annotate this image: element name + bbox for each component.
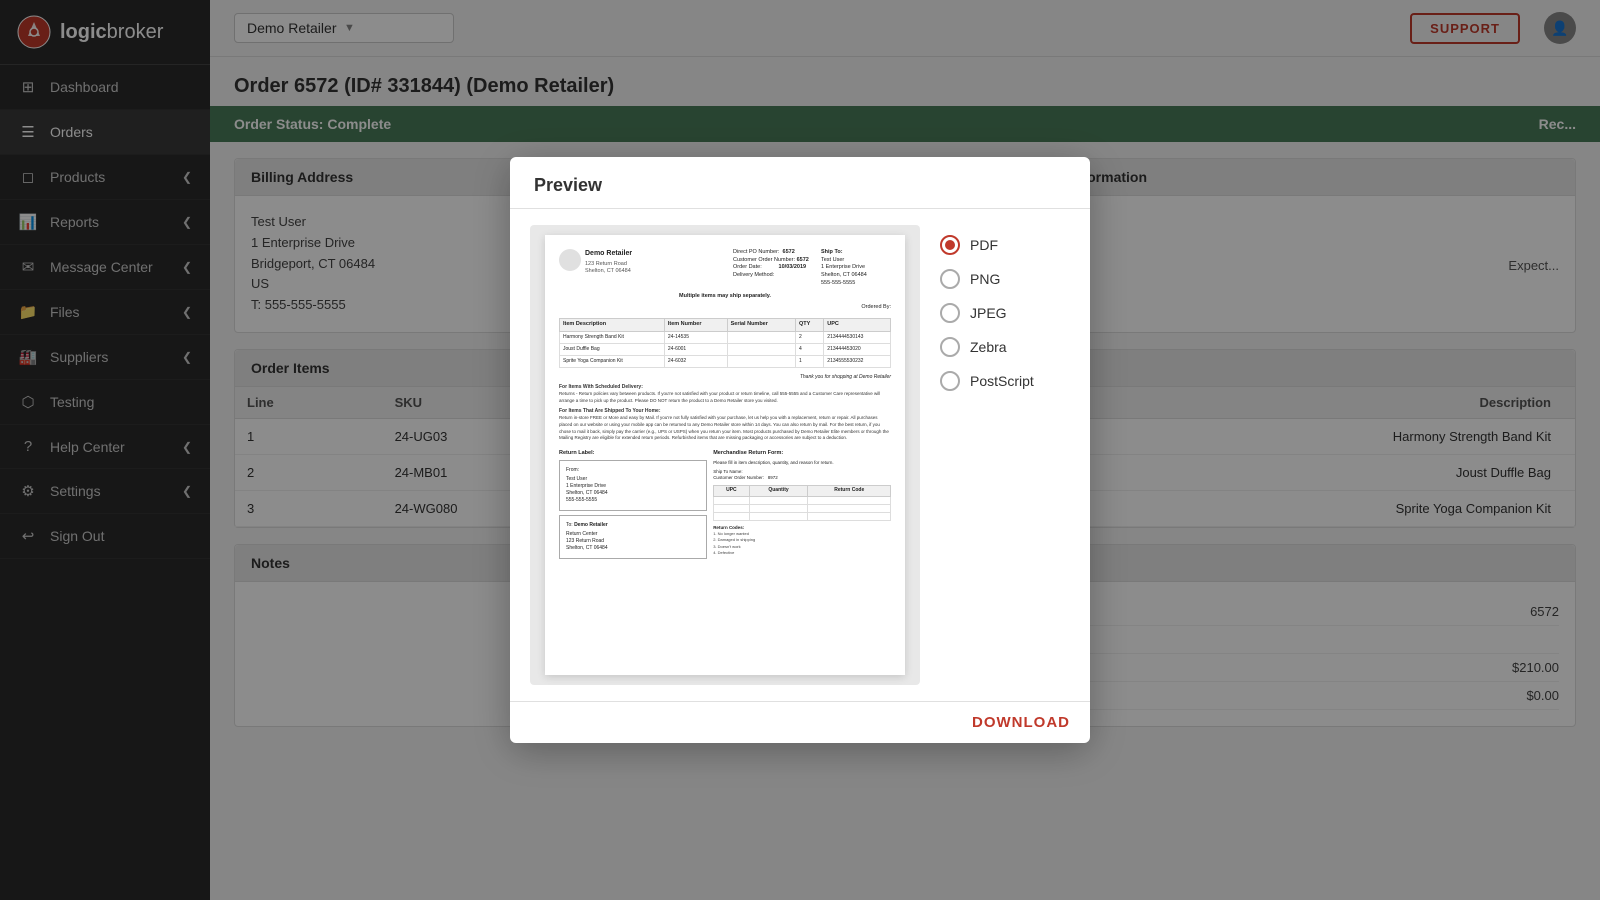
doc-item1-upc: 2134444530143 — [824, 331, 891, 343]
return-row — [714, 504, 891, 512]
doc-from-label: From: — [566, 467, 700, 474]
doc-return-form-box: Merchandise Return Form: Please fill in … — [713, 450, 891, 563]
doc-logo-area — [559, 249, 581, 274]
doc-col-serial: Serial Number — [727, 318, 795, 331]
preview-document: Demo Retailer 123 Return RoadShelton, CT… — [545, 235, 905, 675]
doc-multiple-items-note: Multiple items may ship separately. — [559, 293, 891, 301]
doc-item3-qty: 1 — [796, 355, 824, 367]
format-option-pdf[interactable]: PDF — [940, 235, 1070, 255]
doc-shipped-title: For Items That Are Shipped To Your Home: — [559, 408, 891, 416]
modal-footer: DOWNLOAD — [510, 701, 1090, 743]
doc-item3-desc: Sprite Yoga Companion Kit — [560, 355, 665, 367]
doc-item1-desc: Harmony Strength Band Kit — [560, 331, 665, 343]
radio-postscript[interactable] — [940, 371, 960, 391]
doc-scheduled-delivery-text: Returns - Return policies vary between p… — [559, 391, 891, 405]
preview-modal: Preview Demo Retailer 123 Return RoadShe… — [510, 157, 1090, 743]
doc-customer-order-label: Customer Order Number: 8972 — [713, 475, 891, 481]
doc-item1-qty: 2 — [796, 331, 824, 343]
modal-body: Demo Retailer 123 Return RoadShelton, CT… — [510, 209, 1090, 701]
doc-label-to: To: Demo Retailer Return Center123 Retur… — [559, 515, 707, 559]
radio-pdf[interactable] — [940, 235, 960, 255]
format-label-zebra: Zebra — [970, 339, 1007, 355]
download-button[interactable]: DOWNLOAD — [972, 714, 1070, 731]
doc-item2-desc: Joust Duffle Bag — [560, 343, 665, 355]
modal-overlay[interactable]: Preview Demo Retailer 123 Return RoadShe… — [0, 0, 1600, 900]
format-label-postscript: PostScript — [970, 373, 1034, 389]
doc-ship-to-name: Test User — [821, 257, 891, 265]
format-label-jpeg: JPEG — [970, 305, 1007, 321]
doc-order-date: Order Date: 10/03/2019 — [733, 264, 813, 272]
doc-shipped-text: For Items That Are Shipped To Your Home:… — [559, 408, 891, 443]
return-col-quantity: Quantity — [749, 485, 808, 496]
doc-company-address: 123 Return RoadShelton, CT 06484 — [585, 261, 733, 276]
return-row — [714, 512, 891, 520]
doc-customer-order: Customer Order Number: 6572 — [733, 257, 813, 265]
doc-policy-text: For Items With Scheduled Delivery: Retur… — [559, 384, 891, 405]
doc-shipped-body: Return in-store FREE or More and easy by… — [559, 415, 891, 442]
doc-item3-num: 24-6032 — [664, 355, 727, 367]
doc-footer-boxes: Return Label: From: Test User 1 Enterpri… — [559, 450, 891, 563]
doc-ship-to: Ship To: Test User 1 Enterprise DriveShe… — [821, 249, 891, 287]
doc-return-form-instructions: Please fill in item description, quantit… — [713, 460, 891, 466]
doc-item2-upc: 213444453020 — [824, 343, 891, 355]
format-option-postscript[interactable]: PostScript — [940, 371, 1070, 391]
doc-return-label-title: Return Label: — [559, 450, 707, 458]
return-col-return-code: Return Code — [808, 485, 891, 496]
radio-zebra[interactable] — [940, 337, 960, 357]
return-col-upc: UPC — [714, 485, 749, 496]
doc-logo-circle — [559, 249, 581, 271]
radio-jpeg[interactable] — [940, 303, 960, 323]
radio-png[interactable] — [940, 269, 960, 289]
doc-col-item-number: Item Number — [664, 318, 727, 331]
doc-company-name: Demo Retailer — [585, 249, 733, 259]
doc-col-qty: QTY — [796, 318, 824, 331]
doc-item3-serial — [727, 355, 795, 367]
modal-header: Preview — [510, 157, 1090, 209]
format-options: PDF PNG JPEG Zebra PostScript — [940, 225, 1070, 685]
doc-ordered-by: Ordered By: — [559, 304, 891, 312]
return-row — [714, 496, 891, 504]
doc-return-table: UPC Quantity Return Code — [713, 485, 891, 521]
doc-item-row: Harmony Strength Band Kit 24-14535 2 213… — [560, 331, 891, 343]
doc-to-label: To: Demo Retailer — [566, 522, 700, 529]
format-option-zebra[interactable]: Zebra — [940, 337, 1070, 357]
doc-scheduled-delivery-title: For Items With Scheduled Delivery: — [559, 384, 891, 392]
doc-to-address: Return Center123 Return RoadShelton, CT … — [566, 531, 700, 552]
doc-from-address: 1 Enterprise DriveShelton, CT 06484555-5… — [566, 483, 700, 504]
format-label-pdf: PDF — [970, 237, 998, 253]
doc-item-row: Joust Duffle Bag 24-6001 4 213444453020 — [560, 343, 891, 355]
doc-item-row: Sprite Yoga Companion Kit 24-6032 1 2134… — [560, 355, 891, 367]
doc-company-info: Demo Retailer 123 Return RoadShelton, CT… — [585, 249, 733, 276]
doc-return-codes-list: 1. No longer wanted 2. Damaged in shippi… — [713, 531, 891, 557]
doc-header: Demo Retailer 123 Return RoadShelton, CT… — [559, 249, 891, 287]
doc-item1-serial — [727, 331, 795, 343]
doc-item3-upc: 2134555530232 — [824, 355, 891, 367]
doc-po: Direct PO Number: 6572 — [733, 249, 813, 257]
doc-return-label-box: Return Label: From: Test User 1 Enterpri… — [559, 450, 707, 563]
doc-item2-serial — [727, 343, 795, 355]
doc-order-meta: Direct PO Number: 6572 Customer Order Nu… — [733, 249, 813, 280]
doc-delivery-method: Delivery Method: — [733, 272, 813, 280]
doc-item2-num: 24-6001 — [664, 343, 727, 355]
doc-col-description: Item Description — [560, 318, 665, 331]
doc-col-upc: UPC — [824, 318, 891, 331]
format-option-png[interactable]: PNG — [940, 269, 1070, 289]
format-option-jpeg[interactable]: JPEG — [940, 303, 1070, 323]
doc-label-from: From: Test User 1 Enterprise DriveShelto… — [559, 460, 707, 511]
doc-item1-num: 24-14535 — [664, 331, 727, 343]
doc-thank-you: Thank you for shopping at Demo Retailer — [559, 374, 891, 381]
doc-return-form-title: Merchandise Return Form: — [713, 450, 891, 458]
doc-item2-qty: 4 — [796, 343, 824, 355]
format-label-png: PNG — [970, 271, 1000, 287]
preview-area: Demo Retailer 123 Return RoadShelton, CT… — [530, 225, 920, 685]
modal-title: Preview — [534, 175, 602, 196]
doc-ship-to-address: 1 Enterprise DriveShelton, CT 06484555-5… — [821, 264, 891, 287]
doc-from-name: Test User — [566, 476, 700, 483]
doc-ship-to-label: Ship To: — [821, 249, 891, 257]
doc-items-table: Item Description Item Number Serial Numb… — [559, 318, 891, 368]
